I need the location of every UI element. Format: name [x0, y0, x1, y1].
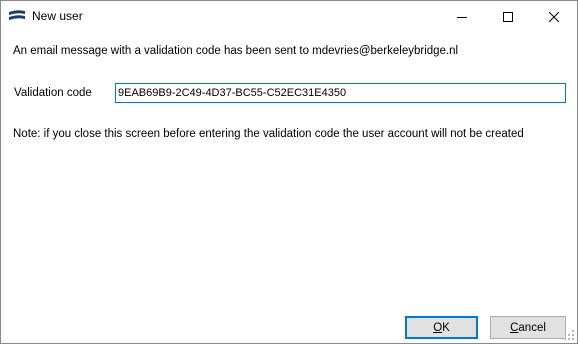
new-user-dialog: New user An email message with a validat… [0, 0, 578, 344]
cancel-label-rest: ancel [518, 321, 546, 334]
ok-mnemonic: O [433, 321, 443, 334]
maximize-button[interactable] [485, 1, 531, 32]
minimize-icon [457, 12, 467, 22]
email-sent-message: An email message with a validation code … [13, 45, 459, 57]
window-title: New user [32, 9, 83, 23]
ok-label-rest: K [442, 321, 450, 334]
close-button[interactable] [531, 1, 577, 32]
close-icon [549, 11, 559, 22]
cancel-button[interactable]: Cancel [490, 316, 566, 339]
validation-code-label: Validation code [14, 87, 92, 99]
resize-grip-icon[interactable] [563, 329, 575, 341]
app-logo-icon [8, 9, 26, 23]
maximize-icon [503, 11, 513, 22]
validation-code-input[interactable] [115, 83, 566, 103]
minimize-button[interactable] [439, 1, 485, 32]
ok-button[interactable]: OK [405, 316, 478, 339]
title-bar[interactable]: New user [1, 1, 577, 32]
close-warning-note: Note: if you close this screen before en… [13, 128, 524, 140]
